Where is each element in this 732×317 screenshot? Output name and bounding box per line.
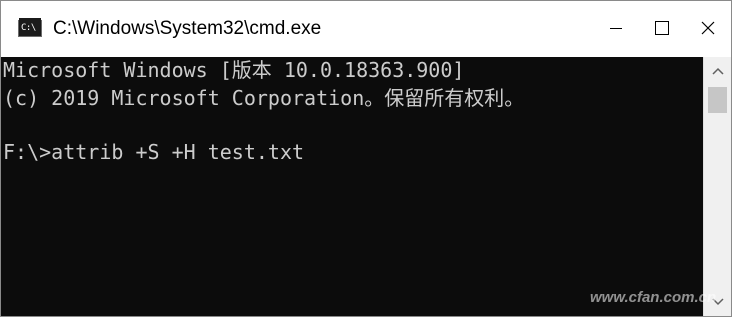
cmd-icon-text: C:\ <box>21 23 36 33</box>
scroll-thumb[interactable] <box>708 87 727 113</box>
cmd-window: C:\ C:\Windows\System32\cmd.exe Microsof… <box>0 0 732 317</box>
watermark: www.cfan.com.cn <box>590 289 717 306</box>
maximize-icon <box>655 21 669 35</box>
window-title: C:\Windows\System32\cmd.exe <box>53 18 322 39</box>
close-icon <box>701 21 715 35</box>
minimize-icon <box>610 28 622 29</box>
scroll-up-button[interactable] <box>704 57 731 85</box>
console-output[interactable]: Microsoft Windows [版本 10.0.18363.900] (c… <box>1 57 703 316</box>
vertical-scrollbar[interactable] <box>703 57 731 316</box>
scroll-up-arrow-icon <box>712 67 724 75</box>
maximize-button[interactable] <box>639 1 685 57</box>
minimize-button[interactable] <box>593 1 639 57</box>
console-line: Microsoft Windows [版本 10.0.18363.900] <box>3 58 465 82</box>
console-line: (c) 2019 Microsoft Corporation。保留所有权利。 <box>3 86 525 110</box>
cmd-icon[interactable]: C:\ <box>18 18 42 37</box>
title-bar[interactable]: C:\ C:\Windows\System32\cmd.exe <box>1 1 731 57</box>
close-button[interactable] <box>685 1 731 57</box>
console-line: F:\>attrib +S +H test.txt <box>3 140 305 164</box>
